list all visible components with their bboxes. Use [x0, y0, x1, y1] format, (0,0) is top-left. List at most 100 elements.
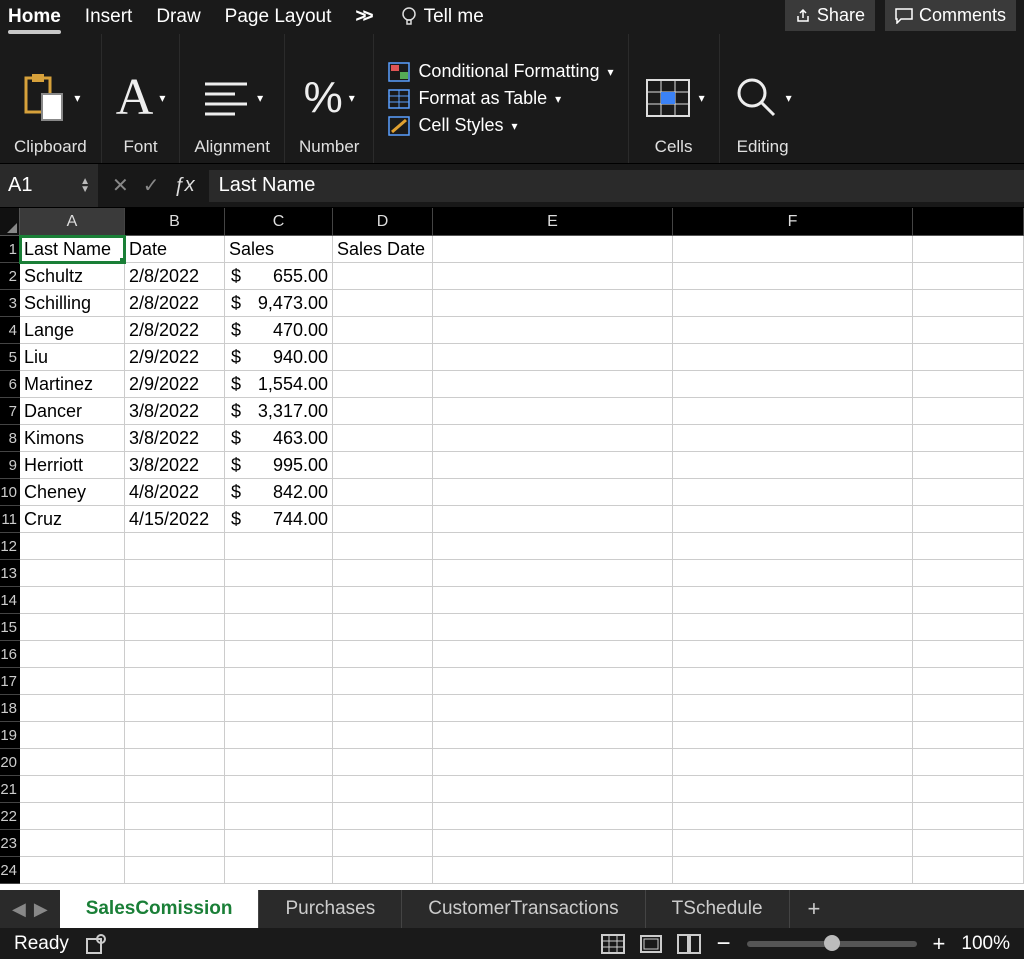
- cell[interactable]: Dancer: [20, 398, 125, 425]
- col-header-G[interactable]: [913, 208, 1024, 235]
- cell[interactable]: [673, 506, 913, 533]
- cell[interactable]: Kimons: [20, 425, 125, 452]
- cell[interactable]: [225, 641, 333, 668]
- cell[interactable]: [433, 344, 673, 371]
- cell[interactable]: [333, 857, 433, 884]
- cell[interactable]: [433, 452, 673, 479]
- cell[interactable]: [673, 317, 913, 344]
- cell[interactable]: [433, 776, 673, 803]
- sheet-tab-active[interactable]: SalesComission: [60, 890, 259, 928]
- enter-icon[interactable]: ✓: [143, 173, 160, 198]
- cell[interactable]: [913, 614, 1024, 641]
- cell[interactable]: [433, 641, 673, 668]
- cell[interactable]: [225, 722, 333, 749]
- zoom-out-button[interactable]: −: [717, 930, 731, 958]
- cell[interactable]: [913, 506, 1024, 533]
- cell[interactable]: [125, 641, 225, 668]
- cell[interactable]: [333, 425, 433, 452]
- cell[interactable]: [20, 776, 125, 803]
- cell[interactable]: [913, 668, 1024, 695]
- cancel-icon[interactable]: ✕: [112, 173, 129, 198]
- number-button[interactable]: % ▾: [304, 63, 355, 133]
- cell[interactable]: [913, 695, 1024, 722]
- cell[interactable]: [125, 749, 225, 776]
- cell[interactable]: [333, 479, 433, 506]
- col-header-A[interactable]: A: [20, 208, 125, 235]
- cell[interactable]: [913, 560, 1024, 587]
- cell[interactable]: 3/8/2022: [125, 425, 225, 452]
- cell[interactable]: [913, 344, 1024, 371]
- cell[interactable]: [125, 722, 225, 749]
- row-header[interactable]: 6: [0, 371, 20, 398]
- sheet-nav-prev[interactable]: ◀: [12, 899, 26, 920]
- cell[interactable]: Martinez: [20, 371, 125, 398]
- cell[interactable]: 2/8/2022: [125, 290, 225, 317]
- col-header-F[interactable]: F: [673, 208, 913, 235]
- cell[interactable]: [20, 587, 125, 614]
- name-box[interactable]: A1 ▲▼: [0, 164, 98, 207]
- cell[interactable]: [225, 857, 333, 884]
- cell[interactable]: [333, 452, 433, 479]
- cell[interactable]: [20, 749, 125, 776]
- conditional-formatting-button[interactable]: Conditional Formatting ▾: [388, 61, 613, 82]
- cell[interactable]: 2/9/2022: [125, 371, 225, 398]
- cell[interactable]: [673, 857, 913, 884]
- row-header[interactable]: 14: [0, 587, 20, 614]
- cell[interactable]: Cheney: [20, 479, 125, 506]
- cell[interactable]: [433, 479, 673, 506]
- cell[interactable]: [913, 425, 1024, 452]
- cell[interactable]: [225, 560, 333, 587]
- cell[interactable]: [225, 776, 333, 803]
- row-header[interactable]: 18: [0, 695, 20, 722]
- cell[interactable]: 3/8/2022: [125, 398, 225, 425]
- name-box-stepper[interactable]: ▲▼: [80, 178, 90, 194]
- cell[interactable]: [125, 803, 225, 830]
- cell[interactable]: 2/8/2022: [125, 263, 225, 290]
- cell[interactable]: [673, 236, 913, 263]
- cell[interactable]: [225, 587, 333, 614]
- cell[interactable]: [333, 371, 433, 398]
- cell[interactable]: [225, 803, 333, 830]
- sheet-nav-next[interactable]: ▶: [34, 899, 48, 920]
- cell[interactable]: [433, 290, 673, 317]
- cell[interactable]: Schultz: [20, 263, 125, 290]
- cell[interactable]: [913, 749, 1024, 776]
- cell[interactable]: [433, 371, 673, 398]
- cell[interactable]: [333, 776, 433, 803]
- cell[interactable]: 2/9/2022: [125, 344, 225, 371]
- cell[interactable]: [913, 830, 1024, 857]
- cell[interactable]: [433, 722, 673, 749]
- cell[interactable]: [673, 533, 913, 560]
- cell[interactable]: Liu: [20, 344, 125, 371]
- row-header[interactable]: 23: [0, 830, 20, 857]
- cell[interactable]: [225, 533, 333, 560]
- cell[interactable]: [125, 614, 225, 641]
- cell[interactable]: [125, 830, 225, 857]
- format-as-table-button[interactable]: Format as Table ▾: [388, 88, 613, 109]
- comments-button[interactable]: Comments: [885, 0, 1016, 31]
- cell[interactable]: [20, 560, 125, 587]
- cell[interactable]: Last Name: [20, 236, 125, 263]
- zoom-slider[interactable]: [747, 941, 917, 947]
- cell[interactable]: [433, 533, 673, 560]
- cell[interactable]: [125, 776, 225, 803]
- row-header[interactable]: 17: [0, 668, 20, 695]
- cell[interactable]: Cruz: [20, 506, 125, 533]
- cell[interactable]: [913, 533, 1024, 560]
- row-header[interactable]: 12: [0, 533, 20, 560]
- cell[interactable]: [673, 290, 913, 317]
- col-header-D[interactable]: D: [333, 208, 433, 235]
- cell[interactable]: [433, 857, 673, 884]
- cell[interactable]: [333, 722, 433, 749]
- cell[interactable]: [913, 236, 1024, 263]
- cell[interactable]: [913, 857, 1024, 884]
- cells-area[interactable]: Last NameDateSalesSales DateSchultz2/8/2…: [20, 236, 1024, 884]
- cell[interactable]: [433, 317, 673, 344]
- cell[interactable]: [125, 560, 225, 587]
- row-header[interactable]: 10: [0, 479, 20, 506]
- cell[interactable]: [20, 668, 125, 695]
- cell[interactable]: Schilling: [20, 290, 125, 317]
- cell[interactable]: [433, 668, 673, 695]
- cell[interactable]: [913, 371, 1024, 398]
- cell[interactable]: [673, 587, 913, 614]
